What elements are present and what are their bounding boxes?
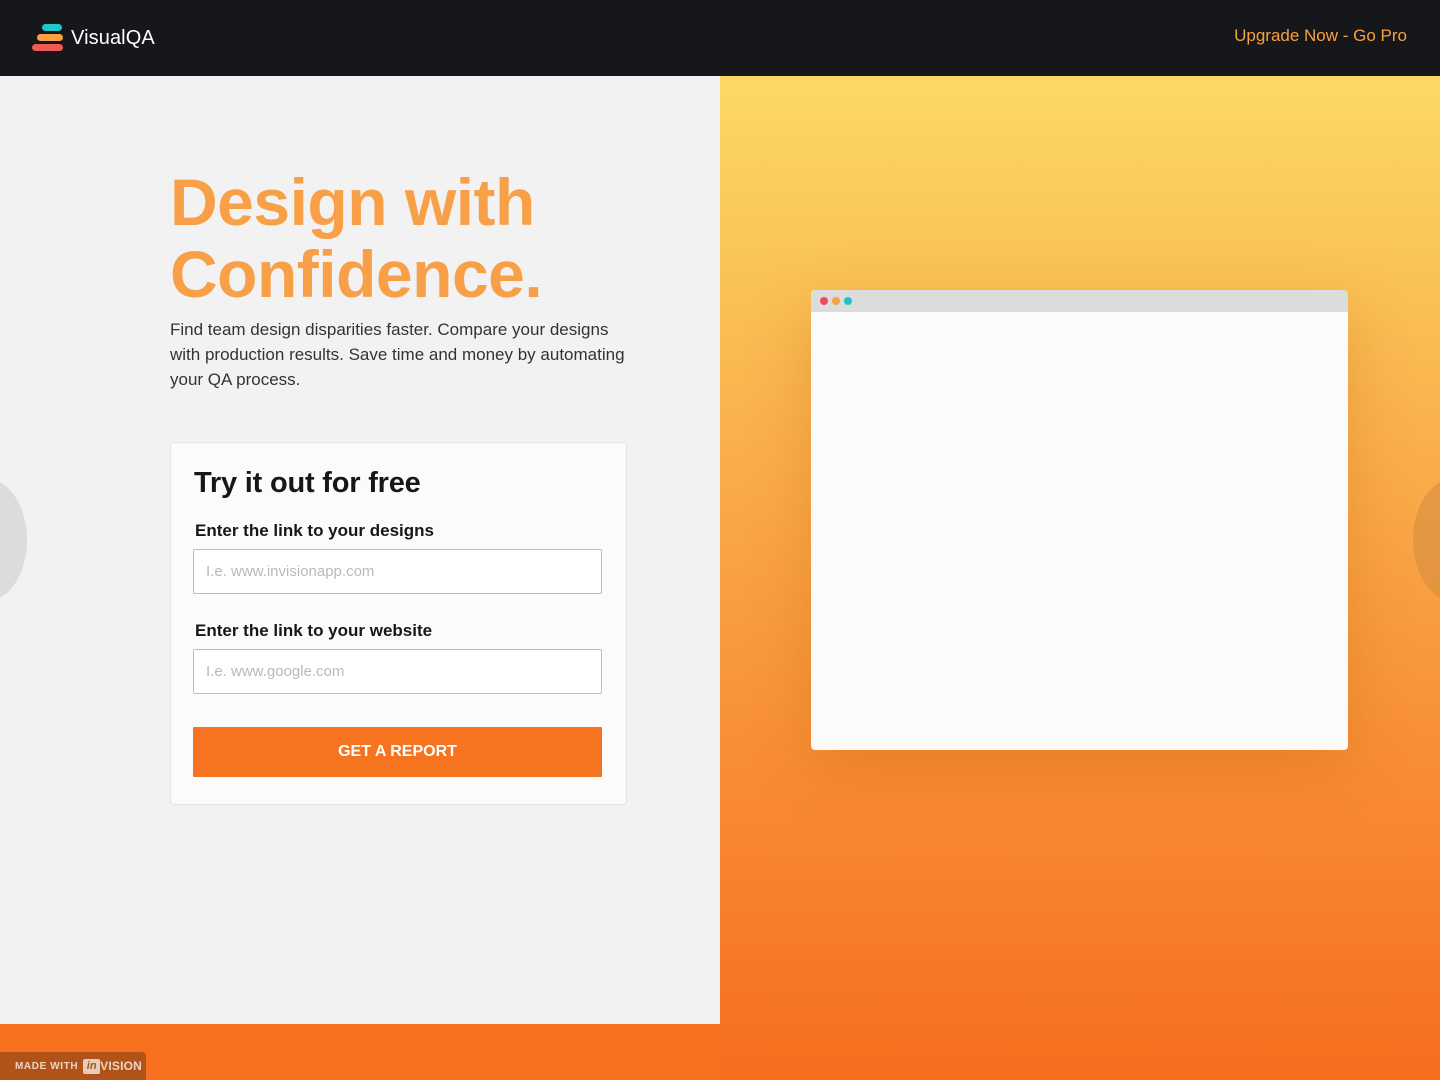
form-title: Try it out for free — [194, 467, 421, 499]
design-link-input[interactable] — [193, 549, 602, 594]
hero-title-line2: Confidence. — [170, 237, 543, 311]
trial-form-card: Try it out for free Enter the link to yo… — [170, 442, 627, 805]
badge-vision-text: VISION — [100, 1059, 143, 1073]
hero-title-line1: Design with — [170, 165, 535, 239]
browser-title-bar — [811, 290, 1348, 312]
made-with-invision-badge[interactable]: MADE WITH in VISION — [0, 1052, 146, 1080]
get-report-button[interactable]: GET A REPORT — [193, 727, 602, 777]
browser-mockup — [811, 290, 1348, 750]
website-link-input[interactable] — [193, 649, 602, 694]
website-link-label: Enter the link to your website — [195, 621, 433, 640]
hero-panel: Design with Confidence. Find team design… — [0, 76, 720, 1024]
hero-title: Design with Confidence. — [170, 166, 690, 310]
upgrade-link[interactable]: Upgrade Now - Go Pro — [1234, 26, 1407, 46]
hero-subtitle: Find team design disparities faster. Com… — [170, 320, 625, 389]
design-link-label: Enter the link to your designs — [195, 521, 434, 540]
maximize-dot-icon — [844, 297, 852, 305]
badge-made-with: MADE WITH — [15, 1060, 79, 1072]
minimize-dot-icon — [832, 297, 840, 305]
stacked-bars-logo-icon — [32, 24, 63, 52]
invision-logo-icon: in — [83, 1058, 101, 1074]
top-navigation-bar: VisualQA Upgrade Now - Go Pro — [0, 0, 1440, 76]
brand-name: VisualQA — [71, 26, 155, 49]
close-dot-icon — [820, 297, 828, 305]
brand-logo[interactable]: VisualQA — [32, 24, 155, 52]
